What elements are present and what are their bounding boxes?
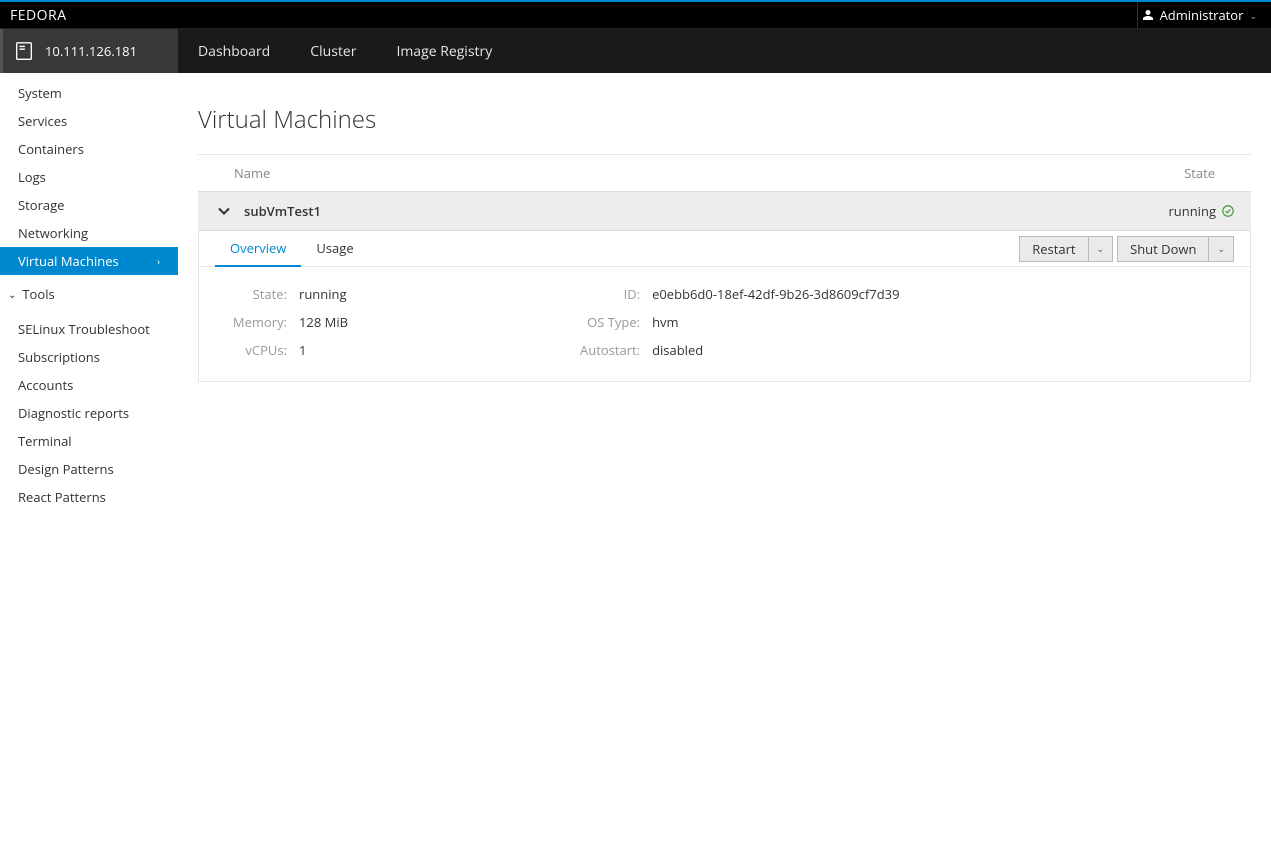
- sidebar-item-containers[interactable]: Containers: [0, 135, 178, 163]
- chevron-down-icon: ⌄: [8, 287, 16, 301]
- sidebar-item-diagnostic[interactable]: Diagnostic reports: [0, 399, 178, 427]
- column-state: State: [1135, 164, 1215, 182]
- tab-dashboard[interactable]: Dashboard: [178, 29, 290, 73]
- chevron-right-icon: ›: [157, 254, 160, 268]
- sidebar-item-logs[interactable]: Logs: [0, 163, 178, 191]
- value-autostart: disabled: [652, 341, 899, 359]
- sidebar-item-design-patterns[interactable]: Design Patterns: [0, 455, 178, 483]
- label-state: State:: [219, 285, 287, 303]
- value-id: e0ebb6d0-18ef-42df-9b26-3d8609cf7d39: [652, 285, 899, 303]
- value-memory: 128 MiB: [299, 313, 348, 331]
- label-autostart: Autostart:: [568, 341, 640, 359]
- shutdown-dropdown[interactable]: ⌄: [1209, 236, 1234, 262]
- sidebar-item-terminal[interactable]: Terminal: [0, 427, 178, 455]
- chevron-down-icon: ⌄: [1217, 242, 1225, 255]
- vm-details: State: running Memory: 128 MiB vCPUs: 1 …: [199, 267, 1250, 381]
- label-vcpus: vCPUs:: [219, 341, 287, 359]
- shutdown-button[interactable]: Shut Down: [1117, 236, 1209, 262]
- sidebar-item-accounts[interactable]: Accounts: [0, 371, 178, 399]
- restart-button-group: Restart ⌄: [1019, 236, 1113, 262]
- sidebar-item-system[interactable]: System: [0, 79, 178, 107]
- vm-subtabs: Overview Usage Restart ⌄ Shut Down ⌄: [199, 231, 1250, 267]
- tab-image-registry[interactable]: Image Registry: [376, 29, 512, 73]
- shutdown-button-group: Shut Down ⌄: [1117, 236, 1234, 262]
- tab-cluster[interactable]: Cluster: [290, 29, 376, 73]
- chevron-down-icon: ⌄: [1249, 9, 1257, 22]
- vm-name: subVmTest1: [244, 202, 1168, 220]
- server-icon: [13, 40, 35, 62]
- label-os-type: OS Type:: [568, 313, 640, 331]
- vm-body: Overview Usage Restart ⌄ Shut Down ⌄: [198, 231, 1251, 382]
- vm-table: Name State subVmTest1 running: [198, 154, 1251, 382]
- value-state: running: [299, 285, 348, 303]
- chevron-down-icon: ⌄: [1097, 242, 1105, 255]
- sidebar: 10.111.126.181 System Services Container…: [0, 29, 178, 862]
- host-row[interactable]: 10.111.126.181: [0, 29, 178, 73]
- restart-button[interactable]: Restart: [1019, 236, 1088, 262]
- subtab-usage[interactable]: Usage: [301, 232, 368, 267]
- topbar: FEDORA Administrator ⌄: [0, 2, 1271, 29]
- page-title: Virtual Machines: [198, 103, 1251, 136]
- value-os-type: hvm: [652, 313, 899, 331]
- nav-main: System Services Containers Logs Storage …: [0, 73, 178, 275]
- chevron-down-icon: [214, 201, 234, 221]
- sidebar-item-selinux[interactable]: SELinux Troubleshoot: [0, 315, 178, 343]
- brand: FEDORA: [10, 6, 67, 25]
- host-ip: 10.111.126.181: [45, 42, 137, 60]
- sidebar-group-tools[interactable]: ⌄ Tools: [0, 279, 178, 309]
- vm-state: running: [1168, 202, 1235, 220]
- sidebar-item-services[interactable]: Services: [0, 107, 178, 135]
- user-name: Administrator: [1160, 6, 1244, 24]
- nav-tools: SELinux Troubleshoot Subscriptions Accou…: [0, 309, 178, 511]
- column-name: Name: [234, 164, 1135, 182]
- sidebar-item-react-patterns[interactable]: React Patterns: [0, 483, 178, 511]
- sidebar-item-networking[interactable]: Networking: [0, 219, 178, 247]
- vm-row[interactable]: subVmTest1 running: [198, 191, 1251, 231]
- label-memory: Memory:: [219, 313, 287, 331]
- label-id: ID:: [568, 285, 640, 303]
- top-tabs: Dashboard Cluster Image Registry: [178, 29, 1271, 73]
- subtab-overview[interactable]: Overview: [215, 232, 301, 267]
- value-vcpus: 1: [299, 341, 348, 359]
- status-ok-icon: [1221, 204, 1235, 218]
- restart-dropdown[interactable]: ⌄: [1089, 236, 1114, 262]
- user-icon: [1142, 9, 1154, 21]
- user-menu[interactable]: Administrator ⌄: [1137, 2, 1261, 28]
- main: Dashboard Cluster Image Registry Virtual…: [178, 29, 1271, 862]
- sidebar-item-virtual-machines[interactable]: Virtual Machines ›: [0, 247, 178, 275]
- sidebar-item-storage[interactable]: Storage: [0, 191, 178, 219]
- table-header: Name State: [198, 155, 1251, 191]
- sidebar-item-subscriptions[interactable]: Subscriptions: [0, 343, 178, 371]
